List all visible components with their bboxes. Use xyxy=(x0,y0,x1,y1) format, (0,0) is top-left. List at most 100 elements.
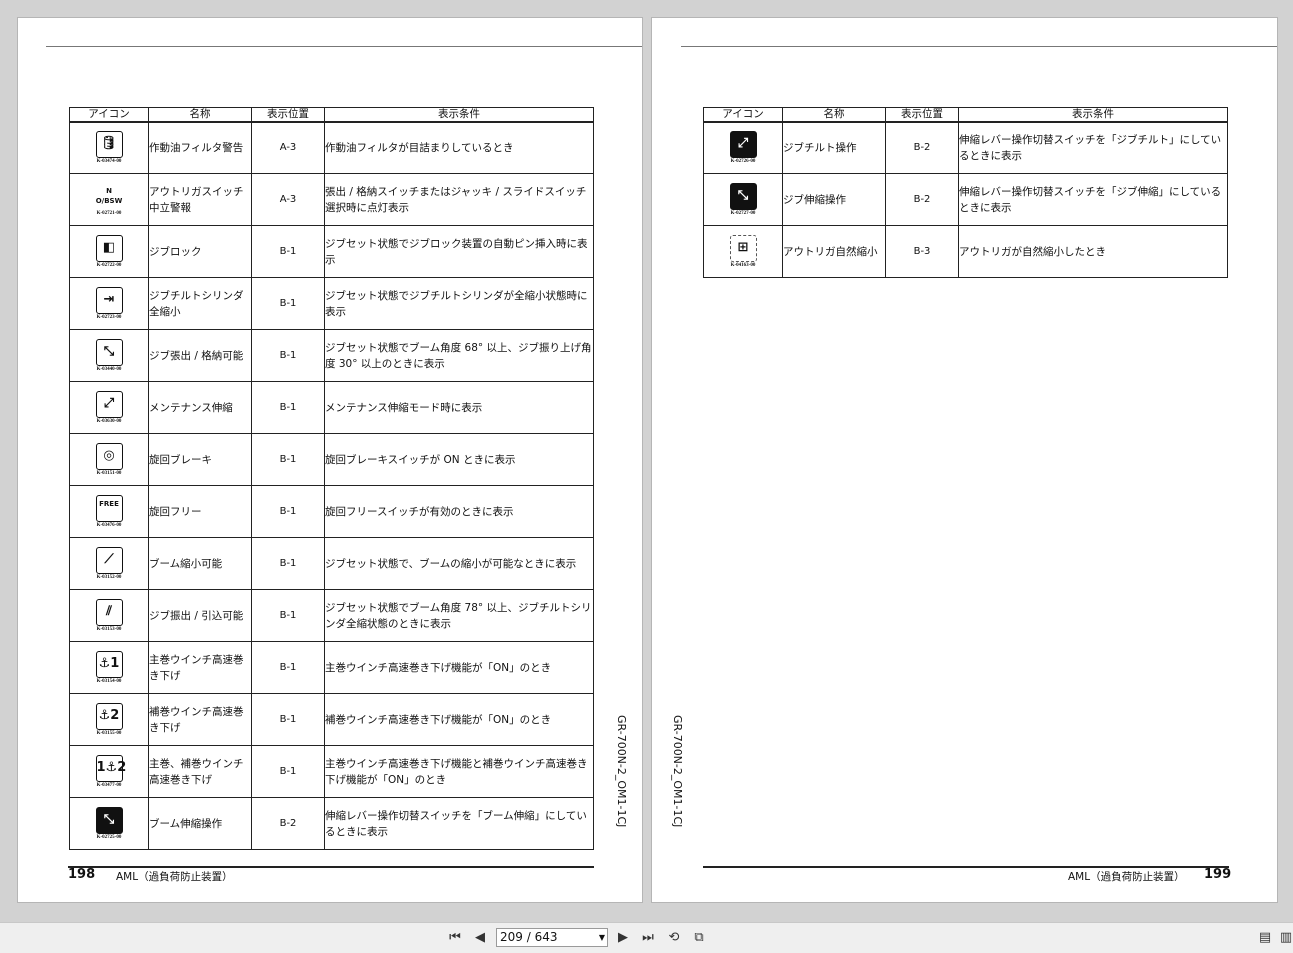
page-number: 199 xyxy=(1204,867,1232,882)
section-title: AML（過負荷防止装置） xyxy=(116,871,233,883)
table-row: 🛢 K-03474-00 作動油フィルタ警告 A-3 作動油フィルタが目詰まりしていると… xyxy=(69,121,594,174)
indicator-table: アイコン 名称 表示位置 表示条件 ⤢ K-02726-00 ジブチルト操作 B-2 伸… xyxy=(703,107,1228,278)
display-position: B-1 xyxy=(251,329,325,382)
icon-code: K-03440-00 xyxy=(96,367,122,372)
icon-code: K-03474-00 xyxy=(96,159,122,165)
icon-cell: ⇥ K-02723-00 xyxy=(69,277,149,330)
display-position: B-1 xyxy=(251,641,325,694)
section-title: AML（過負荷防止装置） xyxy=(1068,871,1185,883)
icon-code: K-03151-00 xyxy=(96,471,122,476)
display-position: B-2 xyxy=(885,121,959,174)
n-obsw-icon: N O/BSW xyxy=(95,187,123,205)
boom-telescope-operation-icon: ⤡ xyxy=(95,807,123,834)
aux-winch-fast-lower-icon: ⚓2 xyxy=(95,703,123,730)
display-position: B-1 xyxy=(251,589,325,642)
maintenance-telescope-icon: ⤢ xyxy=(95,391,123,418)
icon-code: K-03155-00 xyxy=(96,731,122,736)
table-row: ⤢ K-02726-00 ジブチルト操作 B-2 伸縮レバー操作切替スイッチを「ジブチル… xyxy=(703,121,1228,174)
hydraulic-filter-icon: 🛢 xyxy=(95,131,123,159)
header-name: 名称 xyxy=(782,107,886,123)
display-condition: メンテナンス伸縮モード時に表示 xyxy=(324,381,594,434)
icon-code: K-02721-00 xyxy=(96,211,122,216)
display-condition: 作動油フィルタが目詰まりしているとき xyxy=(324,121,594,174)
display-condition: ジブセット状態で、ブームの縮小が可能なときに表示 xyxy=(324,537,594,590)
table-row: ⟋ K-03152-00 ブーム縮小可能 B-1 ジブセット状態で、ブームの縮小が可能な… xyxy=(69,537,594,590)
icon-code: K-02726-00 xyxy=(730,159,756,165)
icon-cell: ⤡ K-03440-00 xyxy=(69,329,149,382)
icon-code: K-02722-00 xyxy=(96,263,122,268)
display-condition: ジブセット状態でジブロック装置の自動ピン挿入時に表示 xyxy=(324,225,594,278)
swing-brake-icon: ◎ xyxy=(95,443,123,470)
icon-cell: ⟋ K-03152-00 xyxy=(69,537,149,590)
dual-page-view-icon[interactable]: ▥ xyxy=(1277,929,1293,947)
display-condition: ジブセット状態でブーム角度 68° 以上、ジブ振り上げ角度 30° 以上のときに… xyxy=(324,329,594,382)
outrigger-retract-icon: ⊞ xyxy=(729,235,757,262)
display-position: A-3 xyxy=(251,173,325,226)
indicator-table: アイコン 名称 表示位置 表示条件 🛢 K-03474-00 作動油フィルタ警告 A-… xyxy=(69,107,594,850)
copy-icon[interactable]: ⧉ xyxy=(690,929,708,947)
display-condition: 主巻ウインチ高速巻き下げ機能が「ON」のとき xyxy=(324,641,594,694)
page-number-input[interactable]: 209 / 643 ▼ xyxy=(496,928,608,947)
icon-cell: ⤢ K-03630-00 xyxy=(69,381,149,434)
indicator-name: 補巻ウインチ高速巻き下げ xyxy=(148,693,252,746)
indicator-name: 主巻、補巻ウインチ高速巻き下げ xyxy=(148,745,252,798)
icon-code: K-03154-00 xyxy=(96,679,122,684)
header-position: 表示位置 xyxy=(885,107,959,123)
header-position: 表示位置 xyxy=(251,107,325,123)
chevron-down-icon[interactable]: ▼ xyxy=(599,929,605,946)
indicator-name: 旋回フリー xyxy=(148,485,252,538)
display-condition: 旋回ブレーキスイッチが ON ときに表示 xyxy=(324,433,594,486)
header-name: 名称 xyxy=(148,107,252,123)
main-winch-fast-lower-icon: ⚓1 xyxy=(95,651,123,678)
icon-cell: FREE K-03476-00 xyxy=(69,485,149,538)
display-position: B-2 xyxy=(251,797,325,850)
display-position: B-3 xyxy=(885,225,959,278)
icon-cell: ⤢ K-02726-00 xyxy=(703,121,783,174)
icon-code: K-02727-00 xyxy=(730,211,756,216)
icon-cell: ⚓1 K-03154-00 xyxy=(69,641,149,694)
display-condition: アウトリガが自然縮小したとき xyxy=(958,225,1228,278)
icon-cell: ⫽ K-03153-00 xyxy=(69,589,149,642)
jib-lock-icon: ◧ xyxy=(95,235,123,262)
display-position: B-1 xyxy=(251,225,325,278)
display-position: B-1 xyxy=(251,381,325,434)
icon-cell: ⊞ K-04163-00 xyxy=(703,225,783,278)
jib-swing-icon: ⫽ xyxy=(95,599,123,626)
display-condition: 伸縮レバー操作切替スイッチを「ブーム伸縮」にしているときに表示 xyxy=(324,797,594,850)
display-condition: 旋回フリースイッチが有効のときに表示 xyxy=(324,485,594,538)
indicator-name: 主巻ウインチ高速巻き下げ xyxy=(148,641,252,694)
display-position: B-1 xyxy=(251,537,325,590)
page-indicator: 209 / 643 xyxy=(500,930,558,944)
last-page-icon[interactable]: ⏭ xyxy=(639,929,657,947)
document-page-right: アイコン 名称 表示位置 表示条件 ⤢ K-02726-00 ジブチルト操作 B-2 伸… xyxy=(651,17,1278,903)
display-condition: 主巻ウインチ高速巻き下げ機能と補巻ウインチ高速巻き下げ機能が「ON」のとき xyxy=(324,745,594,798)
first-page-icon[interactable]: ⏮ xyxy=(446,929,464,947)
display-position: B-2 xyxy=(885,173,959,226)
icon-code: K-03476-00 xyxy=(96,523,122,528)
jib-tilt-operation-icon: ⤢ xyxy=(729,131,757,159)
page-view-icon[interactable]: ▤ xyxy=(1256,929,1274,947)
table-row: N O/BSW K-02721-00 アウトリガスイッチ中立警報 A-3 張出 / 格納… xyxy=(69,173,594,226)
table-row: ◎ K-03151-00 旋回ブレーキ B-1 旋回ブレーキスイッチが ON ときに表示 xyxy=(69,433,594,486)
indicator-name: アウトリガ自然縮小 xyxy=(782,225,886,278)
next-page-icon[interactable]: ▶ xyxy=(614,929,632,947)
display-condition: ジブセット状態でブーム角度 78° 以上、ジブチルトシリンダ全縮状態のときに表示 xyxy=(324,589,594,642)
rotate-icon[interactable]: ⟲ xyxy=(665,929,683,947)
document-id: GR-700N-2_OM1-1CJ xyxy=(615,715,628,828)
table-row: 1⚓2 K-03477-00 主巻、補巻ウインチ高速巻き下げ B-1 主巻ウインチ高速巻… xyxy=(69,745,594,798)
table-row: ⤡ K-02727-00 ジブ伸縮操作 B-2 伸縮レバー操作切替スイッチを「ジブ伸縮」… xyxy=(703,173,1228,226)
icon-cell: ⤡ K-02725-00 xyxy=(69,797,149,850)
icon-cell: ⚓2 K-03155-00 xyxy=(69,693,149,746)
indicator-name: ジブチルトシリンダ全縮小 xyxy=(148,277,252,330)
document-id: GR-700N-2_OM1-1CJ xyxy=(671,715,684,828)
display-position: A-3 xyxy=(251,121,325,174)
indicator-name: ジブ振出 / 引込可能 xyxy=(148,589,252,642)
display-position: B-1 xyxy=(251,745,325,798)
indicator-name: アウトリガスイッチ中立警報 xyxy=(148,173,252,226)
display-condition: ジブセット状態でジブチルトシリンダが全縮小状態時に表示 xyxy=(324,277,594,330)
previous-page-icon[interactable]: ◀ xyxy=(471,929,489,947)
icon-code: K-02723-00 xyxy=(96,315,122,320)
swing-free-icon: FREE xyxy=(95,495,123,522)
header-icon: アイコン xyxy=(703,107,783,123)
table-row: ⤢ K-03630-00 メンテナンス伸縮 B-1 メンテナンス伸縮モード時に表示 xyxy=(69,381,594,434)
